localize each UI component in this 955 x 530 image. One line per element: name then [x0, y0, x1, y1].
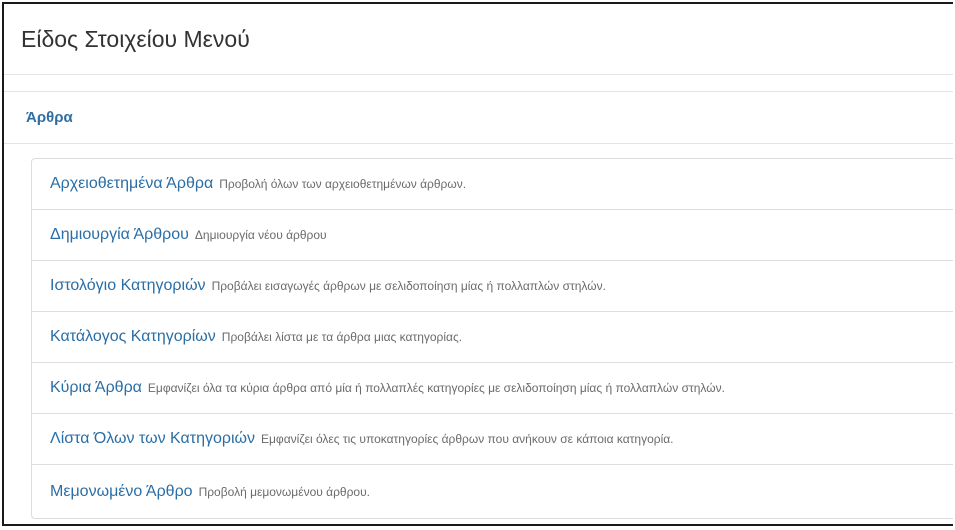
item-title-link[interactable]: Αρχειοθετημένα Άρθρα	[50, 175, 213, 193]
item-description: Προβάλει εισαγωγές άρθρων με σελιδοποίησ…	[211, 279, 606, 293]
list-item-archived-articles[interactable]: Αρχειοθετημένα Άρθρα Προβολή όλων των αρ…	[32, 159, 953, 210]
list-item-all-categories[interactable]: Λίστα Όλων των Κατηγοριών Εμφανίζει όλες…	[32, 414, 953, 465]
item-title-link[interactable]: Δημιουργία Άρθρου	[50, 226, 189, 244]
item-description: Δημιουργία νέου άρθρου	[194, 228, 327, 242]
list-item-single-article[interactable]: Μεμονωμένο Άρθρο Προβολή μεμονωμένου άρθ…	[32, 465, 953, 518]
accordion-heading-articles[interactable]: Άρθρα	[4, 91, 953, 144]
item-description: Προβολή μεμονωμένου άρθρου.	[198, 484, 370, 499]
list-item-featured-articles[interactable]: Κύρια Άρθρα Εμφανίζει όλα τα κύρια άρθρα…	[32, 363, 953, 414]
section-spacer	[4, 75, 953, 91]
menu-item-type-modal: Είδος Στοιχείου Μενού Άρθρα Αρχειοθετημέ…	[2, 2, 953, 526]
modal-title: Είδος Στοιχείου Μενού	[21, 26, 250, 52]
modal-header: Είδος Στοιχείου Μενού	[4, 4, 953, 75]
item-title-link[interactable]: Μεμονωμένο Άρθρο	[50, 483, 193, 501]
list-item-category-blog[interactable]: Ιστολόγιο Κατηγοριών Προβάλει εισαγωγές …	[32, 261, 953, 312]
item-title-link[interactable]: Ιστολόγιο Κατηγοριών	[50, 277, 206, 295]
menu-item-type-list: Αρχειοθετημένα Άρθρα Προβολή όλων των αρ…	[31, 158, 953, 519]
accordion-toggle-articles[interactable]: Άρθρα	[26, 109, 73, 126]
item-title-link[interactable]: Κύρια Άρθρα	[50, 379, 142, 397]
item-description: Προβολή όλων των αρχειοθετημένων άρθρων.	[219, 177, 467, 191]
item-description: Εμφανίζει όλες τις υποκατηγορίες άρθρων …	[261, 432, 674, 446]
item-description: Εμφανίζει όλα τα κύρια άρθρα από μία ή π…	[147, 381, 725, 395]
list-item-create-article[interactable]: Δημιουργία Άρθρου Δημιουργία νέου άρθρου	[32, 210, 953, 261]
item-description: Προβάλει λίστα με τα άρθρα μιας κατηγορί…	[221, 330, 463, 344]
item-title-link[interactable]: Κατάλογος Κατηγορίων	[50, 328, 216, 346]
list-item-category-list[interactable]: Κατάλογος Κατηγορίων Προβάλει λίστα με τ…	[32, 312, 953, 363]
item-title-link[interactable]: Λίστα Όλων των Κατηγοριών	[50, 430, 255, 448]
